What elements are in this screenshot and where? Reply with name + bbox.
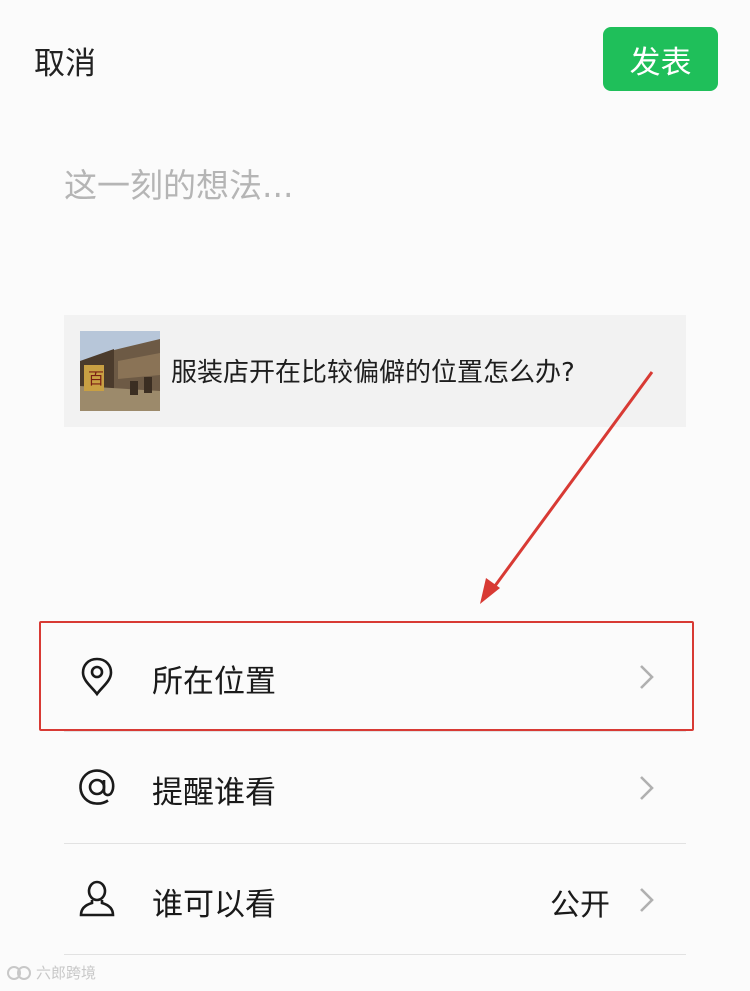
mention-option[interactable]: 提醒谁看 bbox=[64, 732, 686, 842]
watermark-text: 六郎跨境 bbox=[36, 964, 97, 982]
visibility-value: 公开 bbox=[550, 888, 610, 923]
svg-text:百: 百 bbox=[88, 369, 104, 388]
watermark: 六郎跨境 bbox=[6, 962, 96, 983]
shared-link-title: 服装店开在比较偏僻的位置怎么办? bbox=[171, 358, 575, 388]
watermark-logo-icon bbox=[7, 965, 31, 980]
publish-button[interactable]: 发表 bbox=[603, 27, 718, 91]
location-pin-icon bbox=[76, 655, 118, 697]
thought-input[interactable] bbox=[64, 155, 684, 215]
at-sign-icon bbox=[76, 766, 118, 808]
top-bar: 取消 发表 bbox=[0, 0, 750, 120]
street-photo-thumbnail: 百 bbox=[80, 331, 160, 411]
person-icon bbox=[76, 878, 118, 920]
location-option[interactable]: 所在位置 bbox=[64, 621, 686, 731]
visibility-option[interactable]: 谁可以看 公开 bbox=[64, 844, 686, 954]
divider bbox=[64, 954, 686, 955]
chevron-right-icon bbox=[638, 886, 656, 914]
shared-link-card[interactable]: 百 服装店开在比较偏僻的位置怎么办? bbox=[64, 315, 686, 427]
chevron-right-icon bbox=[638, 663, 656, 691]
chevron-right-icon bbox=[638, 774, 656, 802]
visibility-option-label: 谁可以看 bbox=[152, 887, 276, 923]
cancel-button[interactable]: 取消 bbox=[34, 38, 96, 83]
mention-option-label: 提醒谁看 bbox=[152, 775, 276, 811]
location-option-label: 所在位置 bbox=[152, 664, 276, 700]
